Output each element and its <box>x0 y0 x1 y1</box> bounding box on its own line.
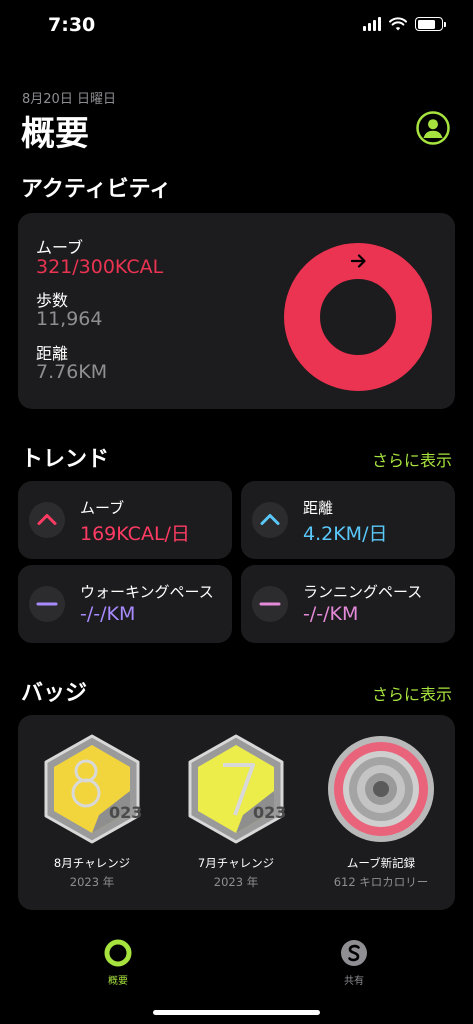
distance-value: 7.76KM <box>36 361 108 383</box>
badge-name: ムーブ新記録 <box>346 856 416 870</box>
activity-ring-icon <box>104 939 132 967</box>
badge-july-challenge[interactable]: 023 7月チャレンジ 2023 年 <box>181 733 291 890</box>
tab-summary[interactable]: 概要 <box>83 938 153 987</box>
trend-label: ムーブ <box>80 499 125 517</box>
trend-label: 距離 <box>303 499 334 517</box>
badges-card: 023 8月チャレンジ 2023 年 023 7月チャレンジ 2023 年 ムー… <box>18 715 455 910</box>
svg-text:023: 023 <box>109 803 142 822</box>
badge-subtitle: 612 キロカロリー <box>333 875 429 889</box>
wifi-icon <box>389 17 407 31</box>
tab-label: 概要 <box>108 976 128 987</box>
trend-label: ランニングペース <box>303 583 423 601</box>
status-time: 7:30 <box>48 14 96 36</box>
steps-value: 11,964 <box>36 308 103 330</box>
chevron-up-icon <box>29 502 65 538</box>
trend-card-walking-pace[interactable]: ウォーキングペース -/-/KM <box>18 565 232 643</box>
person-circle-icon[interactable] <box>416 111 450 145</box>
trends-section-title: トレンド <box>21 447 110 472</box>
badges-section-title: バッジ <box>21 681 88 706</box>
tab-label: 共有 <box>344 976 364 987</box>
home-indicator <box>153 1010 320 1015</box>
activity-card[interactable]: ムーブ 321/300KCAL 歩数 11,964 距離 7.76KM <box>18 213 455 409</box>
trend-value: -/-/KM <box>80 603 136 625</box>
activity-section-title: アクティビティ <box>21 177 172 202</box>
battery-icon <box>415 17 446 31</box>
trend-label: ウォーキングペース <box>80 583 214 601</box>
badge-name: 7月チャレンジ <box>197 856 275 870</box>
sharing-icon <box>341 940 367 966</box>
trends-see-more-link[interactable]: さらに表示 <box>372 447 452 471</box>
dash-icon <box>252 586 288 622</box>
trend-card-move[interactable]: ムーブ 169KCAL/日 <box>18 481 232 559</box>
dash-icon <box>29 586 65 622</box>
status-icons <box>363 17 446 31</box>
badge-name: 8月チャレンジ <box>53 856 131 870</box>
move-label: ムーブ <box>36 238 84 257</box>
badges-see-more-link[interactable]: さらに表示 <box>372 681 452 705</box>
svg-text:023: 023 <box>253 803 286 822</box>
hexagon-medal-icon: 023 <box>188 734 286 844</box>
badge-subtitle: 2023 年 <box>213 875 259 889</box>
hexagon-medal-icon: 023 <box>44 734 142 844</box>
move-value: 321/300KCAL <box>36 256 164 278</box>
trend-value: -/-/KM <box>303 603 359 625</box>
page-title: 概要 <box>21 114 89 154</box>
badge-move-record[interactable]: ムーブ新記録 612 キロカロリー <box>326 733 436 890</box>
trend-value: 4.2KM/日 <box>303 523 388 545</box>
tab-sharing[interactable]: 共有 <box>319 938 389 987</box>
date-label: 8月20日 日曜日 <box>22 92 116 107</box>
status-bar: 7:30 <box>0 0 473 54</box>
cellular-signal-icon <box>363 17 381 31</box>
trend-card-running-pace[interactable]: ランニングペース -/-/KM <box>241 565 455 643</box>
badge-august-challenge[interactable]: 023 8月チャレンジ 2023 年 <box>37 733 147 890</box>
weight-plate-medal-icon <box>328 736 434 842</box>
trend-value: 169KCAL/日 <box>80 523 190 545</box>
trend-card-distance[interactable]: 距離 4.2KM/日 <box>241 481 455 559</box>
badge-subtitle: 2023 年 <box>69 875 115 889</box>
chevron-up-icon <box>252 502 288 538</box>
move-ring <box>284 243 432 391</box>
